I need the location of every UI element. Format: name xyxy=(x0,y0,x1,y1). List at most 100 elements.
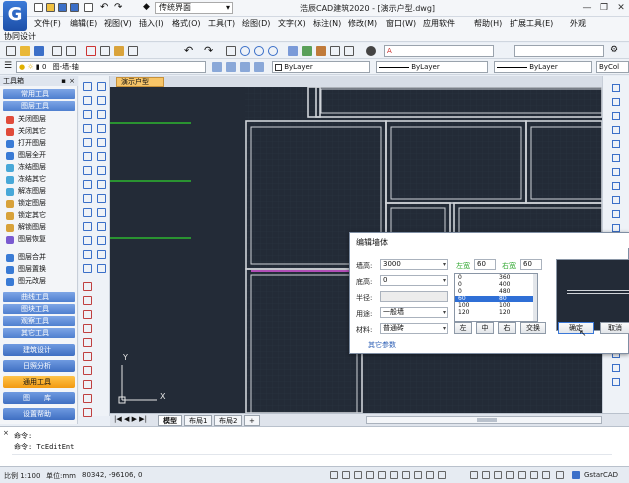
zoom-realtime-icon[interactable] xyxy=(240,46,250,56)
layer-previous-icon[interactable] xyxy=(226,62,236,72)
wall-base-input[interactable]: 0 ▾ xyxy=(380,275,448,286)
maximize-button[interactable]: ❐ xyxy=(597,2,611,14)
modify-tool-icon[interactable] xyxy=(83,324,92,333)
more-params-link[interactable]: 其它参数 xyxy=(368,340,396,350)
toolbox-item[interactable]: 解冻图层 xyxy=(6,186,46,197)
toolbox-item[interactable]: 冻结其它 xyxy=(6,174,46,185)
toolbox-item[interactable]: 图层置换 xyxy=(6,264,46,275)
ok-button[interactable]: 确定 xyxy=(558,322,594,334)
preview-icon[interactable] xyxy=(66,46,76,56)
array-icon[interactable] xyxy=(83,208,92,217)
app-logo[interactable]: G xyxy=(3,1,27,31)
osnap-icon[interactable] xyxy=(378,471,386,479)
menu-insert[interactable]: 插入(I) xyxy=(139,18,164,29)
arc-icon[interactable] xyxy=(83,96,92,105)
redo-icon[interactable]: ↷ xyxy=(204,44,213,57)
settings-icon[interactable] xyxy=(556,471,564,479)
extend-icon[interactable] xyxy=(97,236,106,245)
tab-add[interactable]: + xyxy=(244,415,260,426)
match-icon[interactable] xyxy=(128,46,138,56)
point-icon[interactable] xyxy=(83,152,92,161)
snap-icon[interactable] xyxy=(330,471,338,479)
zoom-window-icon[interactable] xyxy=(254,46,264,56)
menu-apps[interactable]: 应用软件 xyxy=(423,18,455,29)
group-curve-tools[interactable]: 曲线工具 xyxy=(3,292,75,302)
toolbox-item[interactable]: 解锁图层 xyxy=(6,222,46,233)
modify-tool-icon[interactable] xyxy=(83,380,92,389)
tpy-icon[interactable] xyxy=(438,471,446,479)
width-list-row[interactable]: 120 120 xyxy=(455,310,535,316)
ellipse-icon[interactable] xyxy=(83,124,92,133)
mirror-icon[interactable] xyxy=(83,194,92,203)
menu-window[interactable]: 窗口(W) xyxy=(386,18,416,29)
grid-icon[interactable] xyxy=(342,471,350,479)
horizontal-scrollbar[interactable] xyxy=(366,416,602,424)
modify-tool-icon[interactable] xyxy=(83,366,92,375)
toolbox-item[interactable]: 关闭其它 xyxy=(6,126,46,137)
sheet-set-icon[interactable] xyxy=(330,46,340,56)
circle-icon[interactable] xyxy=(97,96,106,105)
lwt-icon[interactable] xyxy=(426,471,434,479)
plotstyle-combo[interactable]: ByCol xyxy=(596,61,629,73)
group-view-tools[interactable]: 观察工具 xyxy=(3,316,75,326)
dim-style-combo[interactable] xyxy=(514,45,604,57)
width-list-row[interactable]: 0 360 xyxy=(455,275,535,281)
new-icon[interactable] xyxy=(6,46,16,56)
trim-icon[interactable] xyxy=(83,236,92,245)
modify-toolbar-icon[interactable] xyxy=(612,364,620,372)
width-list-row[interactable]: 0 400 xyxy=(455,282,535,288)
wall-width-list[interactable]: 0 360 0 400 0 480 60 80 100 100 120 120 xyxy=(454,273,538,322)
right-width-input[interactable]: 60 xyxy=(520,259,542,270)
menu-dimension[interactable]: 标注(N) xyxy=(313,18,341,29)
modify-toolbar-icon[interactable] xyxy=(612,140,620,148)
toolbox-item[interactable]: 冻结图层 xyxy=(6,162,46,173)
modify-tool-icon[interactable] xyxy=(83,338,92,347)
otrack-icon[interactable] xyxy=(390,471,398,479)
scale-icon[interactable] xyxy=(83,222,92,231)
menu-appearance[interactable]: 外观 xyxy=(570,18,586,29)
modify-toolbar-icon[interactable] xyxy=(612,224,620,232)
menu-extend[interactable]: 扩展工具(E) xyxy=(510,18,553,29)
width-list-row[interactable]: 0 480 xyxy=(455,289,535,295)
modify-tool-icon[interactable] xyxy=(83,282,92,291)
align-right-button[interactable]: 右 xyxy=(498,322,516,334)
polyline-icon[interactable] xyxy=(97,82,106,91)
rotate-icon[interactable] xyxy=(97,208,106,217)
open-icon[interactable] xyxy=(20,46,30,56)
new-file-icon[interactable] xyxy=(34,3,43,12)
toolbox-close-button[interactable]: × xyxy=(69,76,75,86)
lineweight-combo[interactable]: ByLayer xyxy=(494,61,592,73)
fillet-icon[interactable] xyxy=(83,264,92,273)
save-icon[interactable] xyxy=(34,46,44,56)
lock-ui-icon[interactable] xyxy=(506,471,514,479)
pin-icon[interactable]: ▪ xyxy=(61,76,66,86)
clean-screen-icon[interactable] xyxy=(542,471,550,479)
modify-tool-icon[interactable] xyxy=(83,310,92,319)
modify-toolbar-icon[interactable] xyxy=(612,168,620,176)
modify-tool-icon[interactable] xyxy=(83,352,92,361)
align-left-button[interactable]: 左 xyxy=(454,322,472,334)
explode-icon[interactable] xyxy=(97,264,106,273)
toolbox-item[interactable]: 锁定图层 xyxy=(6,198,46,209)
copy-icon[interactable] xyxy=(100,46,110,56)
line-icon[interactable] xyxy=(83,82,92,91)
annotation-scale-icon[interactable] xyxy=(482,471,490,479)
left-width-input[interactable]: 60 xyxy=(474,259,496,270)
category-sunlight[interactable]: 日照分析 xyxy=(3,360,75,372)
toolbox-item[interactable]: 图层全开 xyxy=(6,150,46,161)
save-icon[interactable] xyxy=(58,3,67,12)
menu-draw[interactable]: 绘图(D) xyxy=(242,18,270,29)
region-icon[interactable] xyxy=(97,152,106,161)
menu-help[interactable]: 帮助(H) xyxy=(474,18,502,29)
modify-toolbar-icon[interactable] xyxy=(612,196,620,204)
group-other-tools[interactable]: 其它工具 xyxy=(3,328,75,338)
modify-toolbar-icon[interactable] xyxy=(612,126,620,134)
help-icon[interactable] xyxy=(366,46,376,56)
print-icon[interactable] xyxy=(84,3,93,12)
stretch-icon[interactable] xyxy=(97,222,106,231)
ducs-icon[interactable] xyxy=(402,471,410,479)
menu-edit[interactable]: 编辑(E) xyxy=(70,18,97,29)
menu-text[interactable]: 文字(X) xyxy=(278,18,306,29)
color-combo[interactable]: ByLayer xyxy=(272,61,370,73)
hardware-accel-icon[interactable] xyxy=(518,471,526,479)
